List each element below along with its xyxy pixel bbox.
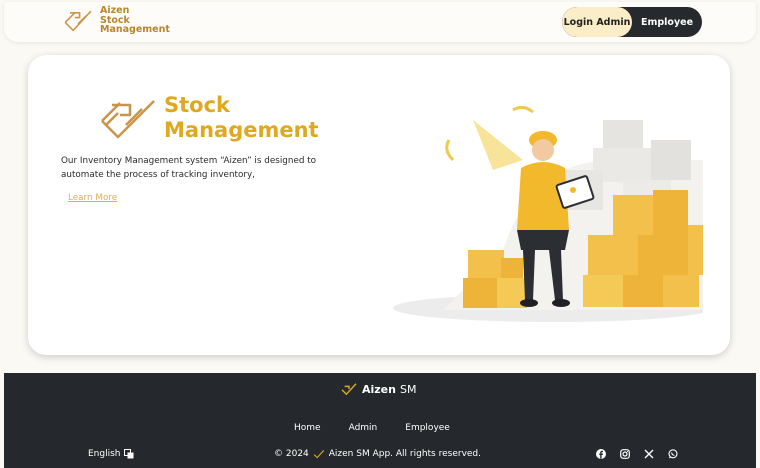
- footer-brand-name: Aizen: [362, 382, 396, 396]
- facebook-icon[interactable]: [595, 448, 606, 459]
- language-selector[interactable]: English: [88, 449, 134, 459]
- top-navbar: Aizen Stock Management Login Admin Emplo…: [4, 2, 756, 42]
- whatsapp-icon[interactable]: [667, 448, 678, 459]
- hero-logo: Stock Management: [98, 93, 319, 143]
- copyright-year: © 2024: [274, 449, 309, 459]
- warehouse-worker-illustration: [393, 105, 703, 322]
- employee-button[interactable]: Employee: [632, 7, 702, 37]
- footer-brand: Aizen SM: [340, 382, 416, 396]
- login-toggle: Login Admin Employee: [562, 7, 702, 37]
- hero-title-line-2: Management: [164, 118, 319, 142]
- footer: Aizen SM Home Admin Employee English © 2…: [4, 373, 756, 468]
- copyright-logo-icon: [313, 450, 324, 459]
- hero-logo-icon: [101, 100, 155, 139]
- learn-more-link[interactable]: Learn More: [68, 193, 117, 203]
- hero-title: Stock Management: [164, 93, 319, 143]
- footer-link-home[interactable]: Home: [294, 423, 321, 433]
- footer-logo-icon: [341, 383, 357, 396]
- instagram-icon[interactable]: [619, 448, 630, 459]
- language-label: English: [88, 449, 121, 459]
- hero-card: Stock Management Our Inventory Managemen…: [28, 55, 730, 355]
- hero-description: Our Inventory Management system “Aizen” …: [61, 156, 317, 180]
- logo-text: Aizen Stock Management: [100, 6, 170, 35]
- login-admin-button[interactable]: Login Admin: [562, 7, 632, 37]
- brand-logo[interactable]: Aizen Stock Management: [62, 6, 170, 35]
- translate-icon: [123, 449, 133, 459]
- copyright: © 2024 Aizen SM App. All rights reserved…: [274, 449, 481, 459]
- hero-title-line-1: Stock: [164, 93, 231, 117]
- social-links: [595, 448, 678, 459]
- x-icon[interactable]: [643, 448, 654, 459]
- logo-line-3: Management: [100, 24, 170, 35]
- footer-link-employee[interactable]: Employee: [405, 423, 450, 433]
- copyright-text: Aizen SM App. All rights reserved.: [328, 449, 482, 459]
- logo-icon: [64, 10, 92, 32]
- footer-link-admin[interactable]: Admin: [349, 423, 378, 433]
- footer-nav: Home Admin Employee: [294, 423, 450, 433]
- footer-brand-suffix: SM: [399, 382, 417, 396]
